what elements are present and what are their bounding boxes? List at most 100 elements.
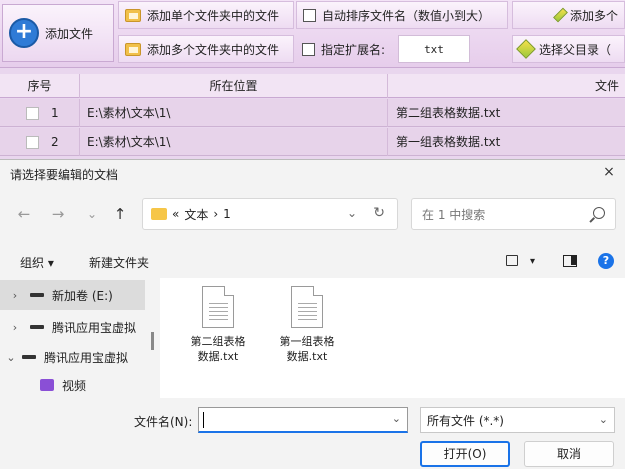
search-placeholder: 在 1 中搜索	[422, 207, 486, 222]
specify-ext-checkbox[interactable]: 指定扩展名:	[296, 35, 396, 63]
drive-icon	[30, 293, 44, 297]
specify-ext-check[interactable]	[302, 42, 315, 56]
file-open-dialog: 请选择要编辑的文档 × ← → ⌄ ↑ « 文本 › 1 ⌄ ↻ 在 1 中搜索…	[0, 159, 625, 469]
col-header-index[interactable]: 序号	[0, 74, 80, 98]
specify-ext-label: 指定扩展名:	[321, 42, 386, 57]
nav-scrollbar[interactable]	[151, 332, 154, 350]
gem-icon	[553, 7, 568, 23]
collapse-chevron-icon[interactable]: ⌄	[0, 351, 22, 364]
recent-locations-chevron-icon[interactable]: ⌄	[82, 204, 102, 224]
expand-chevron-icon[interactable]: ›	[0, 321, 30, 334]
row-file: 第一组表格数据.txt	[396, 135, 501, 149]
command-bar: 组织 ▾ 新建文件夹 ▾ ?	[0, 248, 625, 276]
table-row[interactable]: 2 E:\素材\文本\1\ 第一组表格数据.txt	[0, 128, 625, 156]
nav-item-label: 腾讯应用宝虚拟	[44, 350, 129, 365]
cancel-button[interactable]: 取消	[524, 441, 614, 467]
row-number: 1	[51, 106, 59, 120]
filename-label: 文件名(N):	[134, 415, 193, 429]
gem-icon	[516, 39, 536, 59]
app-toolbar: + 添加文件 添加单个文件夹中的文件 自动排序文件名（数值小到大） 添加多个 添…	[0, 0, 625, 68]
breadcrumb-item[interactable]: 文本	[184, 206, 208, 223]
breadcrumb-item[interactable]: 1	[223, 207, 231, 221]
chevron-down-icon[interactable]: ⌄	[599, 413, 608, 426]
row-number: 2	[51, 135, 59, 149]
nav-item-drive-e[interactable]: › 新加卷 (E:)	[0, 280, 145, 310]
folder-icon	[151, 208, 167, 220]
add-more-label: 添加多个	[569, 8, 618, 23]
table-row[interactable]: 1 E:\素材\文本\1\ 第二组表格数据.txt	[0, 99, 625, 127]
row-location: E:\素材\文本\1\	[80, 128, 388, 156]
add-single-folder-button[interactable]: 添加单个文件夹中的文件	[118, 1, 294, 29]
row-file: 第二组表格数据.txt	[396, 106, 501, 120]
organize-menu[interactable]: 组织 ▾	[20, 254, 54, 271]
file-name-line2: 数据.txt	[286, 350, 328, 363]
video-icon	[40, 379, 54, 391]
file-type-select[interactable]: 所有文件 (*.*) ⌄	[420, 407, 615, 433]
auto-sort-check[interactable]	[303, 8, 316, 22]
text-document-icon	[291, 286, 323, 328]
preview-pane-icon[interactable]	[563, 255, 577, 267]
nav-item-label: 新加卷 (E:)	[52, 288, 113, 303]
close-icon[interactable]: ×	[599, 162, 619, 182]
file-name-line1: 第一组表格	[279, 335, 335, 348]
add-file-label: 添加文件	[45, 26, 94, 41]
row-checkbox[interactable]	[26, 135, 39, 149]
file-name-line1: 第二组表格	[190, 335, 246, 348]
row-location: E:\素材\文本\1\	[80, 99, 388, 127]
back-arrow-icon[interactable]: ←	[14, 204, 34, 224]
folder-icon	[125, 42, 141, 56]
nav-item-label: 腾讯应用宝虚拟	[52, 320, 137, 335]
select-parent-label: 选择父目录（	[539, 42, 612, 57]
nav-item-video[interactable]: 视频	[0, 372, 145, 398]
expand-chevron-icon[interactable]: ›	[0, 289, 30, 302]
drive-icon	[22, 355, 36, 359]
plus-icon: +	[9, 18, 39, 48]
add-file-button[interactable]: + 添加文件	[2, 4, 114, 62]
text-document-icon	[202, 286, 234, 328]
grid-header: 序号 所在位置 文件	[0, 74, 625, 98]
nav-item-label: 视频	[62, 378, 87, 393]
dialog-title: 请选择要编辑的文档	[10, 168, 119, 182]
auto-sort-checkbox[interactable]: 自动排序文件名（数值小到大）	[296, 1, 508, 29]
navigation-pane: › 新加卷 (E:) › 腾讯应用宝虚拟 ⌄ 腾讯应用宝虚拟 视频	[0, 278, 150, 398]
row-index-cell: 1	[0, 99, 80, 127]
refresh-icon[interactable]: ↻	[373, 205, 385, 221]
row-index-cell: 2	[0, 128, 80, 156]
extension-input[interactable]: txt	[398, 35, 470, 63]
chevron-down-icon[interactable]: ⌄	[392, 412, 401, 425]
filename-input[interactable]: ⌄	[198, 407, 408, 433]
dialog-footer: 文件名(N): ⌄ 所有文件 (*.*) ⌄ 打开(O) 取消	[0, 398, 625, 469]
file-item[interactable]: 第二组表格 数据.txt	[180, 286, 256, 364]
up-arrow-icon[interactable]: ↑	[110, 204, 130, 224]
col-header-file[interactable]: 文件	[388, 74, 625, 98]
file-type-value: 所有文件 (*.*)	[427, 413, 504, 428]
add-more-button[interactable]: 添加多个	[512, 1, 625, 29]
address-dropdown-icon[interactable]: ⌄	[347, 206, 357, 220]
nav-item-tencent-1[interactable]: › 腾讯应用宝虚拟	[0, 312, 145, 342]
view-dropdown-icon[interactable]: ▾	[530, 256, 535, 267]
forward-arrow-icon[interactable]: →	[48, 204, 68, 224]
search-input[interactable]: 在 1 中搜索	[411, 198, 616, 230]
row-checkbox[interactable]	[26, 106, 39, 120]
new-folder-button[interactable]: 新建文件夹	[89, 254, 149, 271]
file-item[interactable]: 第一组表格 数据.txt	[269, 286, 345, 364]
auto-sort-label: 自动排序文件名（数值小到大）	[322, 8, 491, 23]
folder-icon	[125, 8, 141, 22]
view-icon[interactable]	[506, 255, 518, 266]
help-icon[interactable]: ?	[598, 253, 614, 269]
file-list: 第二组表格 数据.txt 第一组表格 数据.txt	[160, 278, 625, 398]
add-multi-folder-label: 添加多个文件夹中的文件	[147, 42, 280, 57]
search-icon[interactable]	[593, 207, 605, 219]
file-name-line2: 数据.txt	[197, 350, 239, 363]
drive-icon	[30, 325, 44, 329]
select-parent-button[interactable]: 选择父目录（	[512, 35, 625, 63]
open-button[interactable]: 打开(O)	[420, 441, 510, 467]
add-single-folder-label: 添加单个文件夹中的文件	[147, 8, 280, 23]
address-bar[interactable]: « 文本 › 1 ⌄ ↻	[142, 198, 398, 230]
add-multi-folder-button[interactable]: 添加多个文件夹中的文件	[118, 35, 294, 63]
text-caret	[203, 412, 204, 428]
breadcrumb-separator[interactable]: ›	[213, 207, 218, 221]
col-header-location[interactable]: 所在位置	[80, 74, 388, 98]
breadcrumb-overflow[interactable]: «	[172, 207, 179, 221]
nav-item-tencent-2[interactable]: ⌄ 腾讯应用宝虚拟	[0, 342, 145, 372]
